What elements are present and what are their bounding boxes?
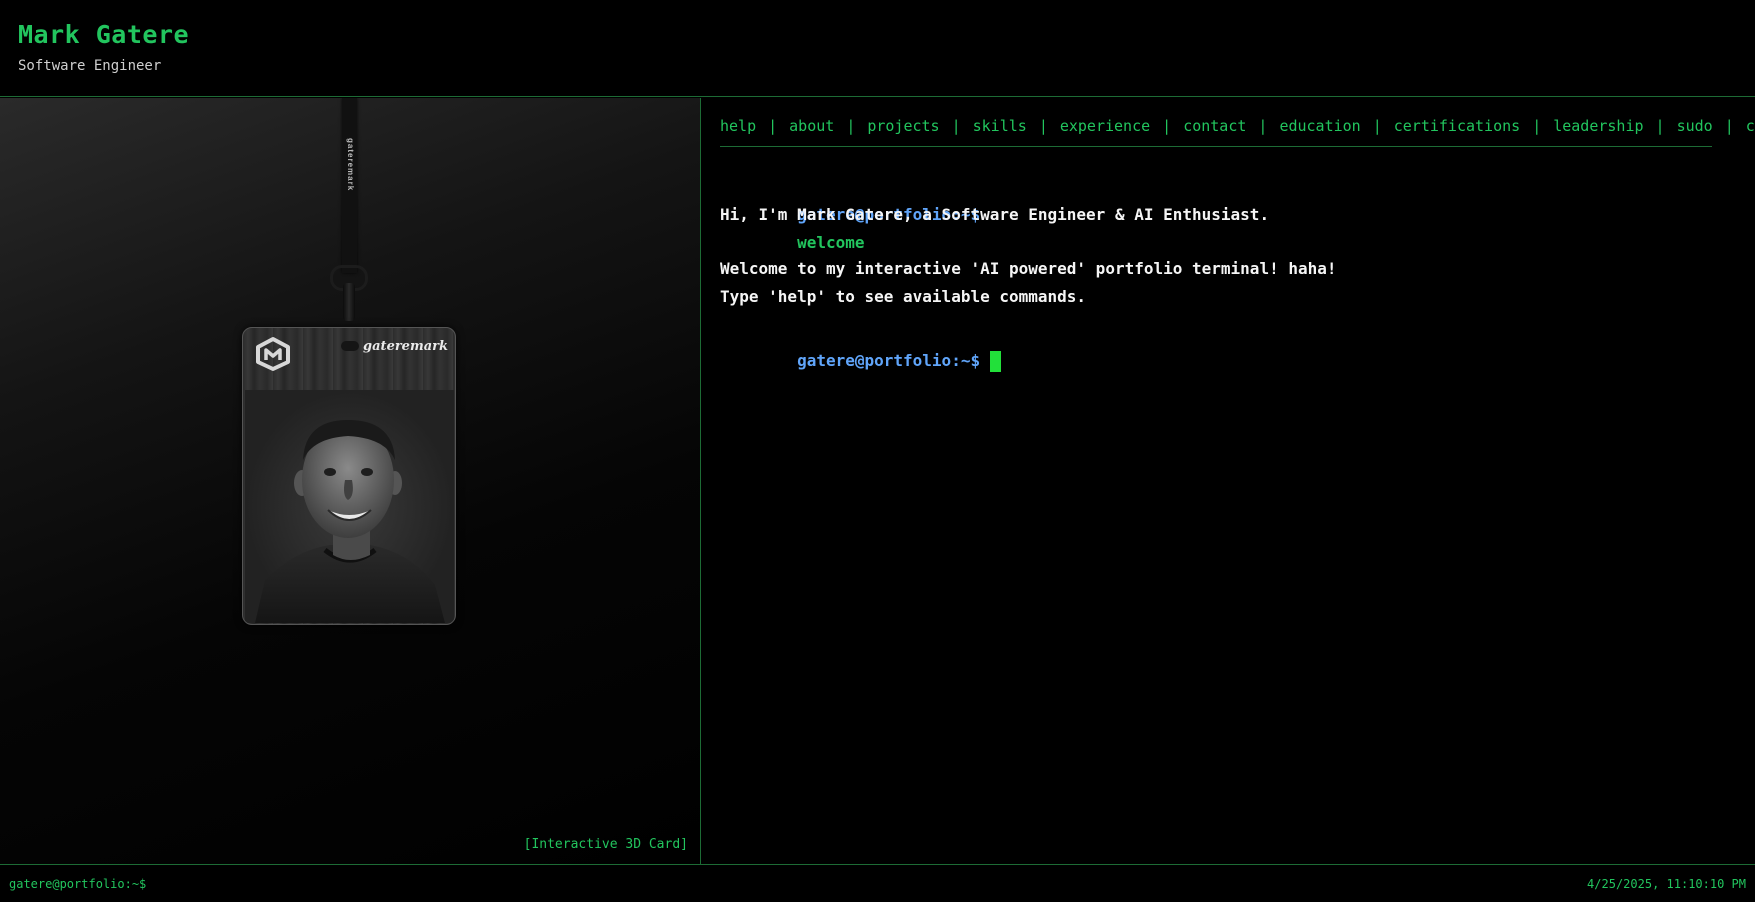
nav-separator: | [1532, 117, 1542, 135]
output-line: Type 'help' to see available commands. [720, 287, 1087, 306]
nav-separator: | [951, 117, 961, 135]
lanyard-strap-text: gateremark [346, 138, 355, 192]
portrait-photo [245, 390, 454, 623]
nav-separator: | [1372, 117, 1382, 135]
output-spacer [720, 229, 1740, 255]
nav-leadership[interactable]: leadership [1553, 117, 1643, 135]
gm-monogram-icon [256, 337, 290, 371]
status-bar-datetime: 4/25/2025, 11:10:10 PM [1587, 877, 1746, 891]
nav-projects[interactable]: projects [867, 117, 939, 135]
status-bar: gatere@portfolio:~$ 4/25/2025, 11:10:10 … [0, 864, 1755, 902]
nav-separator: | [1258, 117, 1268, 135]
nav-clear[interactable]: clear [1746, 117, 1755, 135]
executed-command: welcome [797, 233, 865, 252]
nav-separator: | [1038, 117, 1048, 135]
nav-sudo[interactable]: sudo [1677, 117, 1713, 135]
nav-separator: | [1724, 117, 1734, 135]
id-badge-card[interactable]: gateremark [242, 327, 456, 625]
command-history-line: gatere@portfolio:~$ welcome [720, 173, 1740, 252]
page-subtitle: Software Engineer [18, 58, 162, 74]
nav-contact[interactable]: contact [1183, 117, 1246, 135]
status-bar-prompt: gatere@portfolio:~$ [9, 877, 147, 891]
terminal-cursor[interactable] [990, 351, 1002, 372]
card-slot-hole [341, 341, 359, 351]
nav-separator: | [1162, 117, 1172, 135]
lanyard-clip [343, 283, 355, 321]
portfolio-page: Mark Gatere Software Engineer gateremark… [0, 0, 1755, 902]
terminal-panel[interactable]: help | about | projects | skills | exper… [702, 98, 1755, 864]
nav-about[interactable]: about [789, 117, 834, 135]
nav-help[interactable]: help [720, 117, 756, 135]
page-title: Mark Gatere [18, 20, 190, 49]
nav-experience[interactable]: experience [1060, 117, 1150, 135]
terminal-prompt: gatere@portfolio:~$ [797, 351, 981, 370]
output-line: Hi, I'm Mark Gatere, a Software Engineer… [720, 205, 1270, 224]
command-nav: help | about | projects | skills | exper… [720, 117, 1755, 147]
site-header: Mark Gatere Software Engineer [0, 0, 1755, 97]
portrait-illustration [255, 420, 445, 623]
interactive-card-caption: [Interactive 3D Card] [523, 837, 688, 852]
terminal-output: gatere@portfolio:~$ welcome Hi, I'm Mark… [720, 173, 1740, 372]
nav-separator: | [1655, 117, 1665, 135]
nav-skills[interactable]: skills [973, 117, 1027, 135]
card-brand-name: gateremark [363, 339, 448, 354]
nav-education[interactable]: education [1279, 117, 1360, 135]
nav-separator: | [768, 117, 778, 135]
output-line: Welcome to my interactive 'AI powered' p… [720, 259, 1337, 278]
input-line[interactable]: gatere@portfolio:~$ [720, 319, 1740, 372]
nav-certifications[interactable]: certifications [1394, 117, 1520, 135]
nav-separator: | [846, 117, 856, 135]
badge-panel: gateremark gateremark [Interactive 3D Ca… [0, 98, 701, 864]
